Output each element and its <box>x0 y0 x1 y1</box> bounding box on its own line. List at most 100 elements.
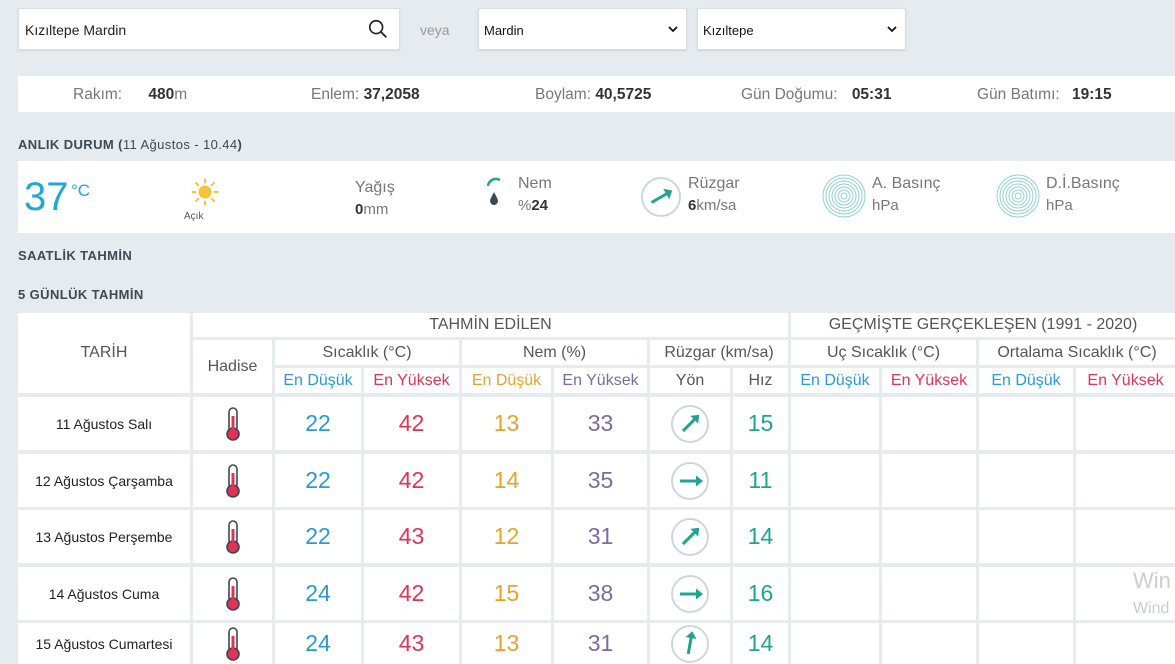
event-cell <box>193 454 272 507</box>
latitude: Enlem: 37,2058 <box>311 86 420 104</box>
altitude-value: 480 <box>148 86 175 103</box>
wind-unit: km/sa <box>696 197 737 214</box>
avg-max-cell <box>1076 397 1175 450</box>
hum-max-cell: 35 <box>554 454 647 507</box>
date-cell: 12 Ağustos Çarşamba <box>18 454 190 507</box>
humidity-label: Nem <box>518 175 552 192</box>
hourly-forecast-title[interactable]: SAATLİK TAHMİN <box>18 248 132 263</box>
temp-max-cell: 43 <box>364 510 459 563</box>
wind-speed-cell: 15 <box>733 397 788 450</box>
sunset-label: Gün Batımı: <box>977 86 1060 103</box>
temperature-header: Sıcaklık (°C) <box>275 340 459 365</box>
wind-speed-cell: 16 <box>733 567 788 620</box>
rain-label: Yağış <box>355 179 395 196</box>
current-temperature-unit: °C <box>71 181 91 200</box>
wind-dir-header: Yön <box>650 368 730 393</box>
event-cell <box>193 567 272 620</box>
extreme-max-cell <box>882 567 976 620</box>
humidity-header: Nem (%) <box>462 340 647 365</box>
wind-speed-cell: 14 <box>733 623 788 664</box>
avg-max-cell <box>1076 510 1175 563</box>
wind-direction-arrow-icon <box>671 404 709 443</box>
avg-max-cell <box>1076 623 1175 664</box>
temp-min-header: En Düşük <box>275 368 361 393</box>
sunset-value: 19:15 <box>1072 86 1112 103</box>
district-select[interactable]: Kızıltepe <box>697 8 906 50</box>
avg-min-cell <box>979 623 1073 664</box>
extreme-min-cell <box>791 454 879 507</box>
hum-max-cell: 31 <box>554 623 647 664</box>
hum-max-header: En Yüksek <box>554 368 647 393</box>
hum-min-cell: 13 <box>462 623 551 664</box>
thermometer-icon <box>225 626 240 661</box>
hum-min-cell: 13 <box>462 397 551 450</box>
sunset: Gün Batımı: 19:15 <box>977 86 1112 104</box>
wind-direction-arrow-icon <box>671 461 709 500</box>
hum-max-cell: 38 <box>554 567 647 620</box>
extreme-max-cell <box>882 510 976 563</box>
event-cell <box>193 397 272 450</box>
search-input[interactable] <box>25 19 355 41</box>
forecast-header: TAHMİN EDİLEN <box>193 313 788 337</box>
pressure-unit: hPa <box>872 197 899 214</box>
current-conditions-panel: 37 °C Açık Yağış 0mm Nem %24 Rüzgar 6km/… <box>18 161 1175 233</box>
temp-max-header: En Yüksek <box>364 368 459 393</box>
temp-max-cell: 42 <box>364 567 459 620</box>
date-cell: 15 Ağustos Cumartesi <box>18 623 190 664</box>
altitude-unit: m <box>174 86 188 103</box>
altitude-label: Rakım: <box>73 86 123 103</box>
thermometer-icon <box>225 576 240 611</box>
avg-temp-header: Ortalama Sıcaklık (°C) <box>979 340 1175 365</box>
rain-unit: mm <box>363 201 389 218</box>
search-box[interactable] <box>18 8 400 50</box>
altitude: Rakım: 480m <box>73 86 187 104</box>
extreme-min-cell <box>791 567 879 620</box>
temp-max-cell: 42 <box>364 454 459 507</box>
district-select-value: Kızıltepe <box>703 23 754 38</box>
date-cell: 11 Ağustos Salı <box>18 397 190 450</box>
wind-dir-cell <box>650 454 730 507</box>
avg-max-cell <box>1076 454 1175 507</box>
watermark-line2: Wind <box>1133 600 1170 617</box>
humidity-value: %24 <box>518 197 548 214</box>
wind-direction-arrow-icon <box>671 517 709 556</box>
temp-min-cell: 22 <box>275 397 361 450</box>
daily-forecast-title: 5 GÜNLÜK TAHMİN <box>18 287 144 302</box>
avg-min-cell <box>979 454 1073 507</box>
longitude-value: 40,5725 <box>595 86 652 103</box>
temp-min-cell: 22 <box>275 454 361 507</box>
temp-max-cell: 43 <box>364 623 459 664</box>
current-title-paren-close: ) <box>237 137 243 152</box>
hum-min-cell: 12 <box>462 510 551 563</box>
wind-dir-cell <box>650 397 730 450</box>
sunrise: Gün Doğumu: 05:31 <box>741 86 891 104</box>
wind-label: Rüzgar <box>688 175 740 192</box>
extreme-max-cell <box>882 623 976 664</box>
temp-min-cell: 24 <box>275 567 361 620</box>
chevron-down-icon <box>887 26 897 33</box>
current-title-text: ANLIK DURUM <box>18 137 115 152</box>
sunrise-value: 05:31 <box>851 86 892 103</box>
wind-speed-cell: 11 <box>733 454 788 507</box>
longitude: Boylam: 40,5725 <box>535 86 651 104</box>
pressure-label: A. Basınç <box>872 175 941 192</box>
current-conditions-title: ANLIK DURUM (11 Ağustos - 10.44) <box>18 137 242 152</box>
avg-min-cell <box>979 510 1073 563</box>
wind-speed-header: Hız <box>733 368 788 393</box>
thermometer-icon <box>225 519 240 554</box>
search-icon[interactable] <box>367 18 389 40</box>
wind-header: Rüzgar (km/sa) <box>650 340 788 365</box>
extreme-min-cell <box>791 397 879 450</box>
location-info-bar: Rakım: 480m Enlem: 37,2058 Boylam: 40,57… <box>18 76 1175 112</box>
thermometer-icon <box>225 463 240 498</box>
or-label: veya <box>420 22 450 38</box>
date-cell: 13 Ağustos Perşembe <box>18 510 190 563</box>
province-select[interactable]: Mardin <box>478 8 687 50</box>
thermometer-icon <box>225 406 240 441</box>
wind-dir-cell <box>650 510 730 563</box>
avg-min-cell <box>979 397 1073 450</box>
temp-min-cell: 22 <box>275 510 361 563</box>
humidity-icon <box>486 177 501 205</box>
sunrise-label: Gün Doğumu: <box>741 86 838 103</box>
wind-speed-cell: 14 <box>733 510 788 563</box>
